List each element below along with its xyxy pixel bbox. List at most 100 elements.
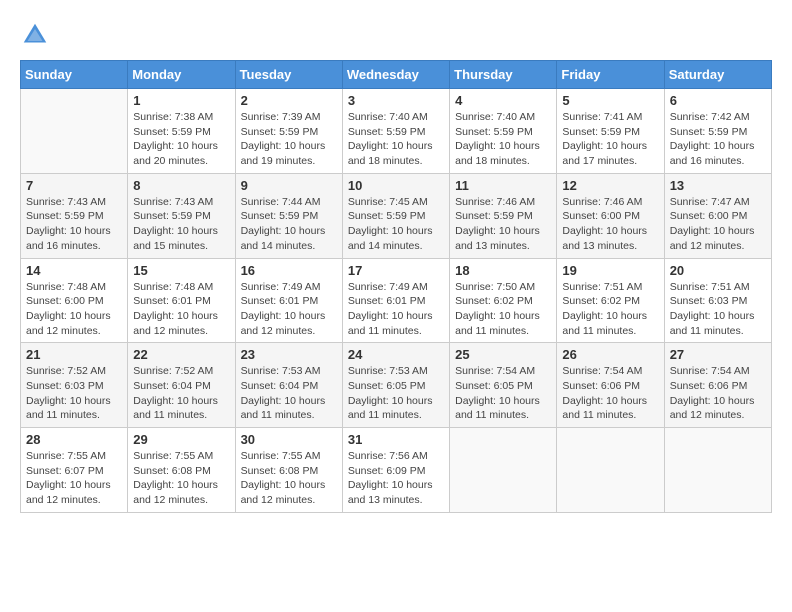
day-info: Sunrise: 7:55 AM Sunset: 6:07 PM Dayligh… (26, 449, 122, 508)
calendar-cell: 14 Sunrise: 7:48 AM Sunset: 6:00 PM Dayli… (21, 258, 128, 343)
day-info: Sunrise: 7:45 AM Sunset: 5:59 PM Dayligh… (348, 195, 444, 254)
day-number: 11 (455, 178, 551, 193)
calendar-cell: 11Sunrise: 7:46 AM Sunset: 5:59 PM Dayli… (450, 173, 557, 258)
day-info: Sunrise: 7:46 AM Sunset: 6:00 PM Dayligh… (562, 195, 658, 254)
day-info: Sunrise: 7:42 AM Sunset: 5:59 PM Dayligh… (670, 110, 766, 169)
day-number: 6 (670, 93, 766, 108)
day-number: 16 (241, 263, 337, 278)
calendar-cell: 29 Sunrise: 7:55 AM Sunset: 6:08 PM Dayli… (128, 428, 235, 513)
day-number: 1 (133, 93, 229, 108)
week-row-3: 14 Sunrise: 7:48 AM Sunset: 6:00 PM Dayli… (21, 258, 772, 343)
calendar-table: SundayMondayTuesdayWednesdayThursdayFrid… (20, 60, 772, 513)
weekday-header-friday: Friday (557, 61, 664, 89)
day-info: Sunrise: 7:51 AM Sunset: 6:03 PM Dayligh… (670, 280, 766, 339)
day-number: 28 (26, 432, 122, 447)
day-number: 3 (348, 93, 444, 108)
calendar-cell: 10 Sunrise: 7:45 AM Sunset: 5:59 PM Dayli… (342, 173, 449, 258)
day-number: 23 (241, 347, 337, 362)
day-info: Sunrise: 7:54 AM Sunset: 6:06 PM Dayligh… (670, 364, 766, 423)
calendar-cell: 17Sunrise: 7:49 AM Sunset: 6:01 PM Dayli… (342, 258, 449, 343)
day-info: Sunrise: 7:49 AM Sunset: 6:01 PM Dayligh… (241, 280, 337, 339)
calendar-cell: 19 Sunrise: 7:51 AM Sunset: 6:02 PM Dayli… (557, 258, 664, 343)
day-number: 27 (670, 347, 766, 362)
calendar-cell (450, 428, 557, 513)
day-number: 29 (133, 432, 229, 447)
day-number: 15 (133, 263, 229, 278)
day-info: Sunrise: 7:43 AM Sunset: 5:59 PM Dayligh… (133, 195, 229, 254)
day-number: 20 (670, 263, 766, 278)
calendar-cell: 20 Sunrise: 7:51 AM Sunset: 6:03 PM Dayli… (664, 258, 771, 343)
calendar-cell: 8 Sunrise: 7:43 AM Sunset: 5:59 PM Daylig… (128, 173, 235, 258)
calendar-cell: 26Sunrise: 7:54 AM Sunset: 6:06 PM Dayli… (557, 343, 664, 428)
weekday-header-monday: Monday (128, 61, 235, 89)
calendar-cell: 3 Sunrise: 7:40 AM Sunset: 5:59 PM Daylig… (342, 89, 449, 174)
day-info: Sunrise: 7:48 AM Sunset: 6:01 PM Dayligh… (133, 280, 229, 339)
week-row-1: 1 Sunrise: 7:38 AM Sunset: 5:59 PM Daylig… (21, 89, 772, 174)
calendar-cell: 12 Sunrise: 7:46 AM Sunset: 6:00 PM Dayli… (557, 173, 664, 258)
day-info: Sunrise: 7:50 AM Sunset: 6:02 PM Dayligh… (455, 280, 551, 339)
calendar-cell: 4Sunrise: 7:40 AM Sunset: 5:59 PM Daylig… (450, 89, 557, 174)
day-number: 13 (670, 178, 766, 193)
day-info: Sunrise: 7:53 AM Sunset: 6:05 PM Dayligh… (348, 364, 444, 423)
calendar-cell: 1 Sunrise: 7:38 AM Sunset: 5:59 PM Daylig… (128, 89, 235, 174)
day-info: Sunrise: 7:54 AM Sunset: 6:06 PM Dayligh… (562, 364, 658, 423)
day-number: 25 (455, 347, 551, 362)
calendar-cell: 5Sunrise: 7:41 AM Sunset: 5:59 PM Daylig… (557, 89, 664, 174)
day-number: 12 (562, 178, 658, 193)
day-info: Sunrise: 7:40 AM Sunset: 5:59 PM Dayligh… (348, 110, 444, 169)
calendar-cell: 2Sunrise: 7:39 AM Sunset: 5:59 PM Daylig… (235, 89, 342, 174)
day-number: 14 (26, 263, 122, 278)
weekday-header-row: SundayMondayTuesdayWednesdayThursdayFrid… (21, 61, 772, 89)
calendar-cell: 31 Sunrise: 7:56 AM Sunset: 6:09 PM Dayli… (342, 428, 449, 513)
weekday-header-sunday: Sunday (21, 61, 128, 89)
weekday-header-tuesday: Tuesday (235, 61, 342, 89)
calendar-cell: 15 Sunrise: 7:48 AM Sunset: 6:01 PM Dayli… (128, 258, 235, 343)
page-header (20, 20, 772, 50)
day-info: Sunrise: 7:38 AM Sunset: 5:59 PM Dayligh… (133, 110, 229, 169)
weekday-header-saturday: Saturday (664, 61, 771, 89)
day-info: Sunrise: 7:47 AM Sunset: 6:00 PM Dayligh… (670, 195, 766, 254)
day-info: Sunrise: 7:43 AM Sunset: 5:59 PM Dayligh… (26, 195, 122, 254)
logo (20, 20, 54, 50)
day-number: 24 (348, 347, 444, 362)
day-info: Sunrise: 7:55 AM Sunset: 6:08 PM Dayligh… (241, 449, 337, 508)
day-info: Sunrise: 7:39 AM Sunset: 5:59 PM Dayligh… (241, 110, 337, 169)
day-number: 21 (26, 347, 122, 362)
day-number: 5 (562, 93, 658, 108)
day-number: 10 (348, 178, 444, 193)
calendar-cell (664, 428, 771, 513)
day-info: Sunrise: 7:40 AM Sunset: 5:59 PM Dayligh… (455, 110, 551, 169)
day-info: Sunrise: 7:51 AM Sunset: 6:02 PM Dayligh… (562, 280, 658, 339)
calendar-cell: 13 Sunrise: 7:47 AM Sunset: 6:00 PM Dayli… (664, 173, 771, 258)
day-number: 31 (348, 432, 444, 447)
calendar-cell: 25Sunrise: 7:54 AM Sunset: 6:05 PM Dayli… (450, 343, 557, 428)
calendar-cell: 28 Sunrise: 7:55 AM Sunset: 6:07 PM Dayli… (21, 428, 128, 513)
weekday-header-thursday: Thursday (450, 61, 557, 89)
day-info: Sunrise: 7:55 AM Sunset: 6:08 PM Dayligh… (133, 449, 229, 508)
day-number: 22 (133, 347, 229, 362)
calendar-cell: 9Sunrise: 7:44 AM Sunset: 5:59 PM Daylig… (235, 173, 342, 258)
day-number: 8 (133, 178, 229, 193)
calendar-cell: 27 Sunrise: 7:54 AM Sunset: 6:06 PM Dayli… (664, 343, 771, 428)
calendar-cell: 16 Sunrise: 7:49 AM Sunset: 6:01 PM Dayli… (235, 258, 342, 343)
calendar-cell (21, 89, 128, 174)
day-info: Sunrise: 7:53 AM Sunset: 6:04 PM Dayligh… (241, 364, 337, 423)
calendar-cell: 7Sunrise: 7:43 AM Sunset: 5:59 PM Daylig… (21, 173, 128, 258)
day-number: 19 (562, 263, 658, 278)
calendar-cell: 6 Sunrise: 7:42 AM Sunset: 5:59 PM Daylig… (664, 89, 771, 174)
calendar-cell: 22Sunrise: 7:52 AM Sunset: 6:04 PM Dayli… (128, 343, 235, 428)
day-info: Sunrise: 7:56 AM Sunset: 6:09 PM Dayligh… (348, 449, 444, 508)
week-row-5: 28 Sunrise: 7:55 AM Sunset: 6:07 PM Dayli… (21, 428, 772, 513)
calendar-cell (557, 428, 664, 513)
calendar-cell: 23 Sunrise: 7:53 AM Sunset: 6:04 PM Dayli… (235, 343, 342, 428)
day-number: 18 (455, 263, 551, 278)
day-number: 17 (348, 263, 444, 278)
calendar-cell: 24 Sunrise: 7:53 AM Sunset: 6:05 PM Dayli… (342, 343, 449, 428)
day-info: Sunrise: 7:44 AM Sunset: 5:59 PM Dayligh… (241, 195, 337, 254)
day-info: Sunrise: 7:48 AM Sunset: 6:00 PM Dayligh… (26, 280, 122, 339)
calendar-cell: 18 Sunrise: 7:50 AM Sunset: 6:02 PM Dayli… (450, 258, 557, 343)
week-row-2: 7Sunrise: 7:43 AM Sunset: 5:59 PM Daylig… (21, 173, 772, 258)
logo-icon (20, 20, 50, 50)
weekday-header-wednesday: Wednesday (342, 61, 449, 89)
calendar-cell: 21Sunrise: 7:52 AM Sunset: 6:03 PM Dayli… (21, 343, 128, 428)
